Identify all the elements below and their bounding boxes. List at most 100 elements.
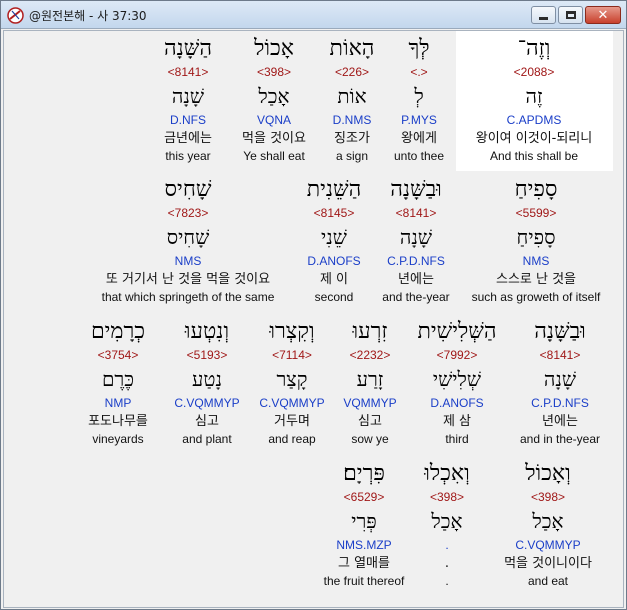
parse-code[interactable]: D.ANOFS [300, 253, 368, 270]
lemma-word: שְׁלִישִׁי [432, 367, 482, 391]
maximize-icon [565, 11, 576, 19]
strong-number[interactable]: <8145> [300, 205, 368, 222]
word-cell[interactable]: וְקִצְרוּ <7114> קָצַר C.VQMMYP 거두며 and … [254, 316, 330, 448]
close-button[interactable]: ✕ [585, 6, 621, 24]
strong-number[interactable]: <226> [322, 64, 382, 81]
word-cell[interactable]: וְזֶה־ <2088> זֶה C.APDMS 왕이여 이것이-되리니 An… [459, 33, 609, 165]
strong-number[interactable]: <8141> [376, 205, 456, 222]
parse-code[interactable]: P.MYS [386, 112, 452, 129]
minimize-icon [539, 16, 548, 20]
english-gloss: this year [165, 149, 211, 163]
strong-number[interactable]: <3754> [76, 347, 160, 364]
lemma-word: אוֹת [337, 84, 367, 108]
parse-code[interactable]: C.P.D.NFS [376, 253, 456, 270]
hebrew-word: הַשֵּׁנִית [306, 177, 362, 202]
title-bar[interactable]: @원전본해 - 사 37:30 ✕ [1, 1, 626, 29]
parse-code[interactable]: NMP [76, 395, 160, 412]
strong-number[interactable]: <8141> [510, 347, 610, 364]
hebrew-word: זִרְעוּ [352, 319, 388, 344]
strong-number[interactable]: <7114> [254, 347, 330, 364]
lemma-word: שָׁנָה [543, 367, 577, 391]
strong-number[interactable]: <398> [486, 489, 610, 506]
strong-number[interactable]: <398> [232, 64, 316, 81]
korean-gloss: 먹을 것이니이다 [504, 556, 592, 571]
parse-code[interactable]: NMS [462, 253, 610, 270]
hebrew-word: הַשָּׁנָה [163, 36, 213, 61]
lemma-word: שָׁנָה [171, 84, 205, 108]
korean-gloss: 제 이 [319, 272, 349, 287]
maximize-button[interactable] [558, 6, 583, 24]
korean-gloss: 스스로 난 것을 [495, 272, 577, 287]
app-icon [7, 7, 24, 24]
parse-code[interactable]: NMS [88, 253, 288, 270]
english-gloss: unto thee [393, 149, 445, 163]
strong-number[interactable]: <2088> [459, 64, 609, 81]
word-cell[interactable]: סָפִיחַ <5599> סָפִיחַ NMS 스스로 난 것을 such… [462, 174, 610, 306]
hebrew-word: וְקִצְרוּ [269, 319, 315, 344]
parse-code[interactable]: D.NFS [152, 112, 224, 129]
parse-code[interactable]: C.VQMMYP [254, 395, 330, 412]
parse-code[interactable]: VQMMYP [336, 395, 404, 412]
english-gloss: that which springeth of the same [101, 290, 275, 304]
parse-code[interactable]: D.ANOFS [410, 395, 504, 412]
hebrew-word: לְּךָ [408, 36, 430, 61]
hebrew-word: וְנִטְעוּ [184, 319, 230, 344]
lemma-word: סָפִיחַ [516, 225, 556, 249]
word-cell[interactable]: וְנִטְעוּ <5193> נָטַע C.VQMMYP 심고 and p… [168, 316, 246, 448]
minimize-button[interactable] [531, 6, 556, 24]
word-cell[interactable]: הַשָּׁנָה <8141> שָׁנָה D.NFS 금년에는 this … [152, 33, 224, 165]
hebrew-word: הַשְּׁלִישִׁית [417, 319, 497, 344]
hebrew-word: וְאִכְלוּ [424, 461, 470, 486]
parse-code[interactable]: VQNA [232, 112, 316, 129]
english-gloss: Ye shall eat [243, 149, 305, 163]
word-cell[interactable]: אָכוֹל <398> אָכַל VQNA 먹을 것이요 Ye shall … [232, 33, 316, 165]
close-icon: ✕ [597, 7, 609, 23]
word-cell[interactable]: שָׁחִיס <7823> שָׁחִיס NMS 또 거기서 난 것을 먹을… [88, 174, 288, 306]
strong-number[interactable]: <398> [414, 489, 480, 506]
english-gloss: and reap [268, 432, 316, 446]
lemma-word: קָצַר [276, 367, 308, 391]
strong-number[interactable]: <.> [386, 64, 452, 81]
strong-number[interactable]: <6529> [316, 489, 412, 506]
lemma-word: אָכַל [532, 509, 564, 533]
word-cell[interactable]: כְרָמִים <3754> כֶּרֶם NMP 포도나무를 vineyar… [76, 316, 160, 448]
english-gloss: and eat [527, 574, 569, 588]
korean-gloss: 심고 [358, 414, 382, 429]
korean-gloss: 거두며 [274, 414, 310, 429]
strong-number[interactable]: <2232> [336, 347, 404, 364]
strong-number[interactable]: <5599> [462, 205, 610, 222]
word-cell[interactable]: וּבַשָּׁנָה <8141> שָׁנָה C.P.D.NFS 년에는 … [376, 174, 456, 306]
parse-code[interactable]: NMS.MZP [316, 537, 412, 554]
word-cell[interactable]: הָאוֹת <226> אוֹת D.NMS 징조가 a sign [322, 33, 382, 165]
word-cell[interactable]: וְאִכְלוּ <398> אָכַל . . . [414, 458, 480, 590]
korean-gloss: 징조가 [334, 131, 370, 146]
korean-gloss: 왕이여 이것이-되리니 [475, 131, 593, 146]
strong-number[interactable]: <7992> [410, 347, 504, 364]
word-cell[interactable]: פִּרְיָם׃ <6529> פְּרִי NMS.MZP 그 열매를 th… [316, 458, 412, 590]
parse-code[interactable]: C.P.D.NFS [510, 395, 610, 412]
hebrew-word: פִּרְיָם׃ [343, 461, 385, 486]
app-window: @원전본해 - 사 37:30 ✕ וְזֶה־ <2088> זֶה C.AP… [0, 0, 627, 610]
word-cell[interactable]: הַשֵּׁנִית <8145> שֵׁנִי D.ANOFS 제 이 sec… [300, 174, 368, 306]
parse-code[interactable]: C.APDMS [459, 112, 609, 129]
word-cell[interactable]: וּבַשָּׁנָה <8141> שָׁנָה C.P.D.NFS 년에는 … [510, 316, 610, 448]
parse-code[interactable]: C.VQMMYP [486, 537, 610, 554]
parse-code[interactable]: D.NMS [322, 112, 382, 129]
parse-code[interactable]: . [414, 537, 480, 554]
korean-gloss: 년에는 [398, 272, 434, 287]
strong-number[interactable]: <7823> [88, 205, 288, 222]
english-gloss: second [314, 290, 354, 304]
word-cell[interactable]: הַשְּׁלִישִׁית <7992> שְׁלִישִׁי D.ANOFS… [410, 316, 504, 448]
hebrew-word: הָאוֹת [329, 36, 375, 61]
lemma-word: שָׁנָה [399, 225, 433, 249]
strong-number[interactable]: <8141> [152, 64, 224, 81]
parse-code[interactable]: C.VQMMYP [168, 395, 246, 412]
korean-gloss: 심고 [195, 414, 219, 429]
word-cell[interactable]: זִרְעוּ <2232> זָרַע VQMMYP 심고 sow ye [336, 316, 404, 448]
word-cell[interactable]: וְאָכוֹל <398> אָכַל C.VQMMYP 먹을 것이니이다 a… [486, 458, 610, 590]
strong-number[interactable]: <5193> [168, 347, 246, 364]
english-gloss: sow ye [351, 432, 389, 446]
word-cell[interactable]: לְּךָ <.> לְ P.MYS 왕에게 unto thee [386, 33, 452, 165]
lemma-word: שָׁחִיס [166, 225, 210, 249]
lemma-word: לְ [414, 84, 424, 108]
